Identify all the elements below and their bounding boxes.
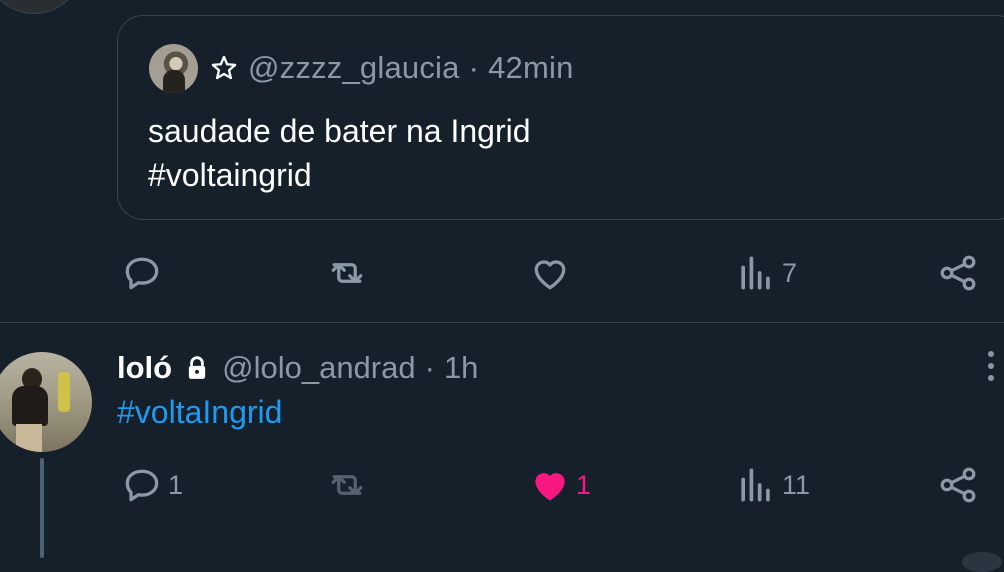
views-chart-icon: [741, 256, 770, 290]
reply-button[interactable]: [120, 248, 168, 298]
share-button[interactable]: [936, 460, 980, 510]
tweet-hashtag[interactable]: #voltaIngrid: [117, 391, 282, 433]
user-display-name[interactable]: loló: [117, 350, 172, 386]
quoted-tweet-text: saudade de bater na Ingrid #voltaingrid: [148, 109, 531, 197]
heart-filled-icon: [535, 473, 565, 501]
views-button[interactable]: 7: [734, 248, 797, 298]
retweet-button-disabled[interactable]: [325, 460, 373, 510]
more-options-icon[interactable]: [978, 346, 1004, 386]
share-icon: [940, 467, 976, 503]
quoted-tweet-card[interactable]: @zzzz_glaucia · 42min saudade de bater n…: [117, 15, 1004, 220]
lock-icon: [188, 356, 206, 379]
retweet-icon: [331, 475, 363, 495]
retweet-button[interactable]: [325, 248, 373, 298]
quoted-user-handle[interactable]: @zzzz_glaucia: [248, 50, 460, 86]
star-outline-icon: [211, 55, 237, 80]
retweet-icon: [331, 263, 363, 283]
heart-outline-icon: [534, 260, 566, 290]
views-chart-icon: [741, 468, 770, 502]
user-handle[interactable]: @lolo_andrad: [222, 350, 416, 386]
views-count: 7: [782, 257, 798, 288]
header-separator: ·: [424, 350, 435, 385]
reply-icon: [125, 257, 159, 290]
tweet-divider: [0, 322, 1004, 323]
reply-icon: [125, 469, 159, 502]
reply-count: 1: [168, 469, 184, 500]
user-avatar[interactable]: [0, 352, 92, 452]
quoted-separator: ·: [468, 50, 480, 85]
share-icon: [940, 255, 976, 291]
previous-avatar[interactable]: [0, 0, 80, 14]
quoted-user-avatar[interactable]: [149, 43, 198, 93]
quoted-text-line: saudade de bater na Ingrid: [148, 113, 531, 149]
views-count: 11: [782, 469, 811, 500]
like-button-active[interactable]: 1: [528, 460, 591, 510]
tweet-header: loló @lolo_andrad · 1h: [117, 345, 478, 391]
reply-button[interactable]: 1: [120, 460, 183, 510]
share-button[interactable]: [936, 248, 980, 298]
next-item-avatar[interactable]: [962, 552, 1002, 572]
tweet-actions-bar: 7: [0, 248, 1004, 298]
reply-actions-bar: 1 1 11: [0, 460, 1004, 510]
quoted-hashtag[interactable]: #voltaingrid: [148, 153, 531, 197]
like-count: 1: [576, 469, 592, 500]
quoted-tweet-header: @zzzz_glaucia · 42min: [149, 43, 574, 93]
views-button[interactable]: 11: [734, 460, 810, 510]
quoted-timestamp[interactable]: 42min: [488, 50, 573, 86]
tweet-timestamp[interactable]: 1h: [444, 350, 478, 386]
like-button[interactable]: [528, 248, 576, 298]
